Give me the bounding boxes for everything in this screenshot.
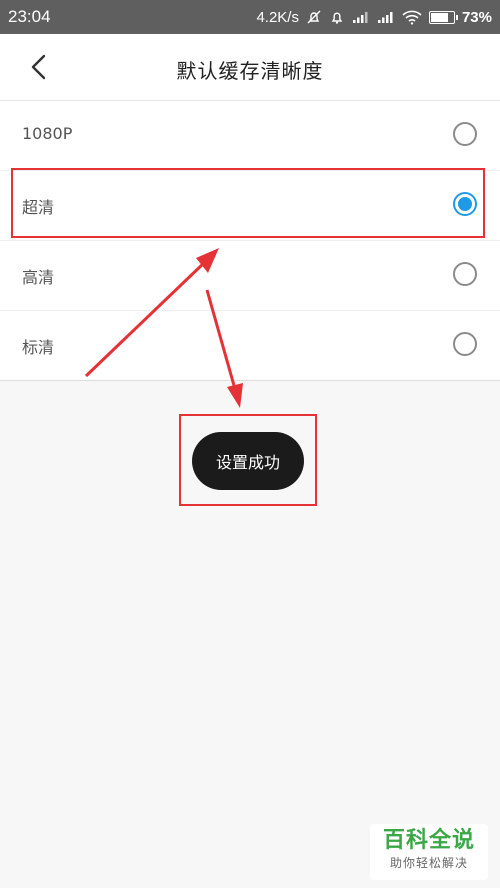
page-title: 默认缓存清晰度 [176,59,324,83]
status-time: 23:04 [8,7,51,26]
quality-option-sd[interactable]: 标清 [0,311,500,380]
radio-button[interactable] [453,332,477,356]
toast-message: 设置成功 [192,432,304,490]
option-label: 高清 [22,268,55,287]
signal-icon [377,10,395,24]
status-icons: 4.2K/s 73% [256,6,492,28]
battery-icon [428,10,458,24]
quality-option-1080p[interactable]: 1080P [0,101,500,171]
quality-option-list: 1080P 超清 高清 标清 [0,101,500,381]
wifi-icon [402,10,422,25]
alarm-icon [329,9,345,25]
option-label: 1080P [22,124,73,143]
status-bar: 23:04 4.2K/s 73% [0,0,500,34]
app-header: 默认缓存清晰度 [0,34,500,101]
radio-button[interactable] [453,262,477,286]
radio-button[interactable] [453,122,477,146]
watermark-subtitle: 助你轻松解决 [389,856,468,870]
mute-icon [306,9,322,25]
quality-option-hd[interactable]: 高清 [0,241,500,311]
battery-level-fill [430,12,449,22]
watermark-title: 百科全说 [382,828,475,853]
watermark-logo: 百科全说 助你轻松解决 [370,824,488,880]
option-label: 标清 [22,338,55,357]
radio-button[interactable] [453,192,477,216]
net-speed: 4.2K/s [256,8,299,26]
quality-option-super-hd[interactable]: 超清 [0,171,500,241]
battery-percent: 73% [461,8,492,26]
option-label: 超清 [22,198,55,217]
signal-icon [352,10,370,24]
